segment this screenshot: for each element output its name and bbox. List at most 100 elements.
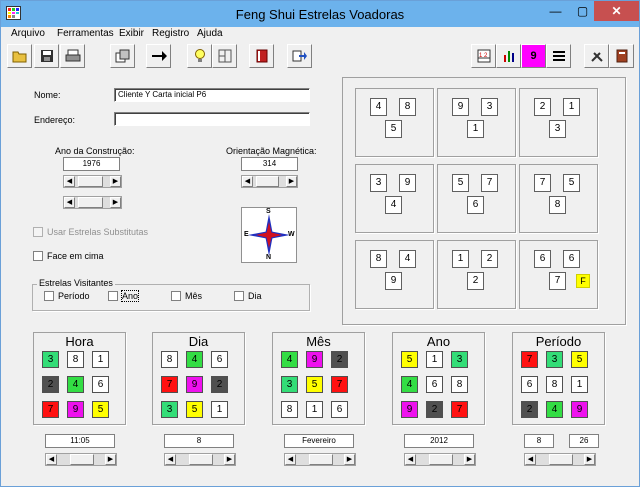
scroll-right-icon[interactable]: ▶	[584, 454, 595, 465]
scroll-left-icon[interactable]: ◀	[64, 176, 75, 187]
scroll-thumb[interactable]	[78, 176, 103, 187]
visitante-periodo-checkbox[interactable]: Período	[44, 291, 90, 301]
star-cell: 1	[571, 376, 588, 393]
nome-label: Nome:	[34, 90, 61, 100]
dia-scrollbar[interactable]: ◀ ▶	[164, 453, 236, 466]
ano-scrollbar[interactable]: ◀ ▶	[404, 453, 476, 466]
scroll-right-icon[interactable]: ▶	[105, 454, 116, 465]
layout-icon[interactable]	[212, 44, 237, 68]
scroll-left-icon[interactable]: ◀	[64, 197, 75, 208]
menu-ferramentas[interactable]: Ferramentas	[57, 28, 114, 39]
menu-registro[interactable]: Registro	[152, 28, 189, 39]
hora-scrollbar[interactable]: ◀ ▶	[45, 453, 117, 466]
nome-input[interactable]: Cliente Y Carta inicial P6	[114, 88, 310, 102]
palace-water-star: 4	[399, 250, 416, 268]
menu-exibir[interactable]: Exibir	[119, 28, 144, 39]
palace-mountain-star: 5	[452, 174, 469, 192]
tools-icon[interactable]	[584, 44, 609, 68]
scroll-thumb[interactable]	[70, 454, 94, 465]
palace-base-star: 9	[385, 272, 402, 290]
hora-value-field[interactable]: 11:05	[45, 434, 115, 448]
printer-icon[interactable]	[60, 44, 85, 68]
checkbox-box[interactable]	[44, 291, 54, 301]
manual-icon[interactable]	[609, 44, 634, 68]
scroll-thumb[interactable]	[549, 454, 573, 465]
palace-7[interactable]: 8 4 9	[355, 240, 434, 309]
visitante-dia-checkbox[interactable]: Dia	[234, 291, 262, 301]
scroll-right-icon[interactable]: ▶	[286, 176, 297, 187]
star-cell: 2	[331, 351, 348, 368]
scroll-right-icon[interactable]: ▶	[464, 454, 475, 465]
bars-icon[interactable]	[496, 44, 521, 68]
orientacao-field[interactable]: 314	[241, 157, 298, 171]
palace-base-star: 5	[385, 120, 402, 138]
palace-mountain-star: 7	[534, 174, 551, 192]
right-arrow-icon[interactable]	[146, 44, 171, 68]
scroll-thumb[interactable]	[189, 454, 213, 465]
scroll-right-icon[interactable]: ▶	[224, 454, 235, 465]
scroll-left-icon[interactable]: ◀	[46, 454, 57, 465]
scroll-left-icon[interactable]: ◀	[165, 454, 176, 465]
copy-icon[interactable]	[110, 44, 135, 68]
visitante-mes-checkbox[interactable]: Mês	[171, 291, 202, 301]
star-cell: 6	[331, 401, 348, 418]
scroll-right-icon[interactable]: ▶	[110, 176, 121, 187]
dia-value-field[interactable]: 8	[164, 434, 234, 448]
palace-1[interactable]: 4 8 5	[355, 88, 434, 157]
palace-4[interactable]: 3 9 4	[355, 164, 434, 233]
checkbox-box[interactable]	[234, 291, 244, 301]
ano-value-field[interactable]: 2012	[404, 434, 474, 448]
endereco-input[interactable]	[114, 112, 310, 126]
nine-icon[interactable]: 9	[521, 44, 546, 68]
mes-value-field[interactable]: Fevereiro	[284, 434, 354, 448]
grid-numbers-icon[interactable]: 12	[471, 44, 496, 68]
palace-water-star: 8	[399, 98, 416, 116]
palace-9[interactable]: 6 6 7 F	[519, 240, 598, 309]
palace-2[interactable]: 9 3 1	[437, 88, 516, 157]
star-cell: 9	[401, 401, 418, 418]
ano-construcao-field[interactable]: 1976	[63, 157, 120, 171]
maximize-button[interactable]: ▢	[569, 1, 596, 21]
minimize-button[interactable]: —	[542, 1, 569, 21]
export-icon[interactable]	[287, 44, 312, 68]
palace-6[interactable]: 7 5 8	[519, 164, 598, 233]
usar-substitutas-checkbox[interactable]: Usar Estrelas Substitutas	[33, 227, 148, 237]
ano-scrollbar-2[interactable]: ◀ ▶	[63, 196, 122, 209]
close-button[interactable]: ✕	[594, 1, 639, 21]
checkbox-box[interactable]	[33, 251, 43, 261]
save-disk-icon[interactable]	[34, 44, 59, 68]
ano-scrollbar-1[interactable]: ◀ ▶	[63, 175, 122, 188]
scroll-thumb[interactable]	[256, 176, 279, 187]
scroll-thumb[interactable]	[78, 197, 103, 208]
checkbox-box[interactable]	[108, 291, 118, 301]
checkbox-box[interactable]	[33, 227, 43, 237]
periodo-scrollbar[interactable]: ◀ ▶	[524, 453, 596, 466]
palace-8[interactable]: 1 2 2	[437, 240, 516, 309]
lightbulb-icon[interactable]	[187, 44, 212, 68]
scroll-left-icon[interactable]: ◀	[242, 176, 253, 187]
palace-base-star: 8	[549, 196, 566, 214]
lines-icon[interactable]	[546, 44, 571, 68]
periodo-value-field[interactable]: 8	[524, 434, 554, 448]
scroll-left-icon[interactable]: ◀	[525, 454, 536, 465]
compass-n-label: N	[266, 254, 272, 261]
palace-mountain-star: 4	[370, 98, 387, 116]
scroll-thumb[interactable]	[309, 454, 333, 465]
checkbox-box[interactable]	[171, 291, 181, 301]
orientacao-scrollbar[interactable]: ◀ ▶	[241, 175, 298, 188]
scroll-right-icon[interactable]: ▶	[110, 197, 121, 208]
menu-ajuda[interactable]: Ajuda	[197, 28, 223, 39]
face-em-cima-checkbox[interactable]: Face em cima	[33, 251, 104, 261]
visitante-ano-checkbox[interactable]: Ano	[108, 290, 140, 302]
periodo-value2-field[interactable]: 26	[569, 434, 599, 448]
book-icon[interactable]	[249, 44, 274, 68]
mes-scrollbar[interactable]: ◀ ▶	[284, 453, 356, 466]
palace-5[interactable]: 5 7 6	[437, 164, 516, 233]
palace-3[interactable]: 2 1 3	[519, 88, 598, 157]
scroll-left-icon[interactable]: ◀	[405, 454, 416, 465]
scroll-left-icon[interactable]: ◀	[285, 454, 296, 465]
scroll-right-icon[interactable]: ▶	[344, 454, 355, 465]
open-folder-icon[interactable]	[7, 44, 32, 68]
scroll-thumb[interactable]	[429, 454, 453, 465]
menu-arquivo[interactable]: Arquivo	[11, 28, 45, 39]
